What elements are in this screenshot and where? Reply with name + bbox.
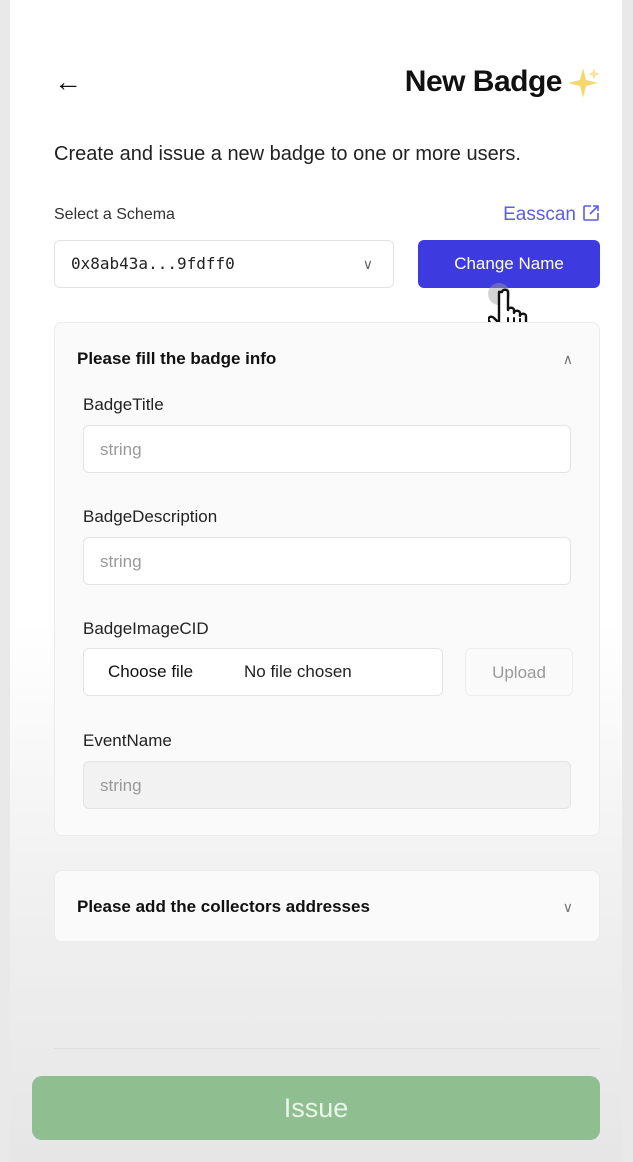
easscan-link-label: Easscan [503, 204, 576, 225]
chevron-down-icon: ∨ [362, 256, 373, 272]
badge-image-cid-label: BadgeImageCID [83, 619, 209, 638]
page-title: New Badge [404, 65, 563, 98]
badge-title-placeholder: string [100, 440, 142, 459]
divider [54, 1048, 600, 1049]
badge-info-title: Please fill the badge info [77, 349, 277, 368]
choose-file-button[interactable]: Choose file [108, 661, 193, 683]
badge-info-section: Please fill the badge info ∧ BadgeTitle … [54, 322, 600, 836]
event-name-placeholder: string [100, 776, 142, 795]
schema-label: Select a Schema [54, 206, 175, 223]
badge-title-label: BadgeTitle [83, 395, 164, 414]
change-name-button[interactable]: Change Name [418, 240, 600, 288]
page-description: Create and issue a new badge to one or m… [54, 143, 521, 165]
event-name-input[interactable]: string [83, 761, 571, 809]
collectors-section[interactable]: Please add the collectors addresses ∨ [54, 870, 600, 942]
chevron-down-icon[interactable]: ∨ [563, 895, 573, 919]
external-link-icon [583, 205, 599, 221]
file-status: No file chosen [244, 662, 352, 681]
arrow-left-icon[interactable]: ← [54, 62, 86, 102]
event-name-label: EventName [83, 731, 172, 750]
sparkles-icon [568, 68, 600, 98]
schema-select[interactable]: 0x8ab43a...9fdff0 ∨ [54, 240, 394, 288]
issue-button[interactable]: Issue [32, 1076, 600, 1140]
badge-description-label: BadgeDescription [83, 507, 218, 526]
schema-select-value: 0x8ab43a...9fdff0 [71, 254, 235, 273]
new-badge-screen: ← New Badge Create and issue a new badge… [10, 0, 622, 1162]
upload-button[interactable]: Upload [465, 648, 573, 696]
badge-title-input[interactable]: string [83, 425, 571, 473]
easscan-link[interactable]: Easscan [470, 202, 600, 228]
chevron-up-icon[interactable]: ∧ [563, 347, 573, 371]
badge-description-input[interactable]: string [83, 537, 571, 585]
badge-description-placeholder: string [100, 552, 142, 571]
file-input[interactable]: Choose file No file chosen [83, 648, 443, 696]
collectors-title: Please add the collectors addresses [77, 897, 370, 916]
